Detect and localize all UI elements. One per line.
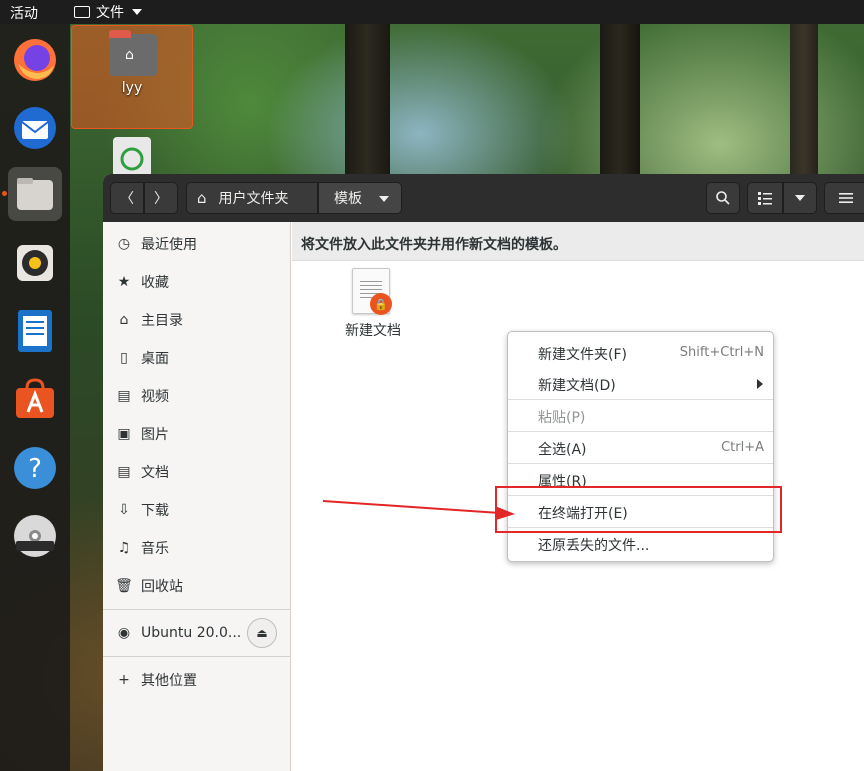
lock-icon: 🔒 <box>370 293 392 315</box>
menu-item-new-folder[interactable]: 新建文件夹(F) Shift+Ctrl+N <box>508 337 773 368</box>
main-menu-button[interactable] <box>824 182 864 214</box>
caret-down-icon <box>379 196 389 202</box>
disc-icon: ◉ <box>117 625 131 641</box>
desktop-home-folder[interactable]: ⌂ lyy <box>71 25 193 129</box>
music-icon: ♫ <box>117 540 131 556</box>
sidebar-item-downloads[interactable]: ⇩ 下载 <box>103 491 291 529</box>
download-icon: ⇩ <box>118 502 130 518</box>
info-bar: 将文件放入此文件夹并用作新文档的模板。 <box>292 222 864 261</box>
path-home-label: 用户文件夹 <box>218 191 289 207</box>
sidebar-item-starred[interactable]: ★ 收藏 <box>103 263 291 301</box>
wallpaper-tree <box>600 24 640 184</box>
forward-button[interactable]: 〉 <box>144 182 178 214</box>
path-current-label: 模板 <box>334 191 362 207</box>
desktop-home-label: lyy <box>121 80 143 96</box>
menu-item-paste[interactable]: 粘贴(P) <box>508 400 773 431</box>
sidebar-item-music[interactable]: ♫ 音乐 <box>103 529 291 567</box>
search-button[interactable] <box>706 182 740 214</box>
svg-text:?: ? <box>28 454 42 484</box>
sidebar-item-trash[interactable]: 🗑 回收站 <box>103 567 291 605</box>
path-current-segment[interactable]: 模板 <box>318 182 402 214</box>
files-icon <box>17 178 53 210</box>
dock-rhythmbox[interactable] <box>8 236 62 290</box>
path-home-segment[interactable]: ⌂ 用户文件夹 <box>186 182 318 214</box>
picture-icon: ▣ <box>117 426 131 442</box>
sidebar-item-pictures[interactable]: ▣ 图片 <box>103 415 291 453</box>
dock-writer[interactable] <box>8 304 62 358</box>
desktop-icon: ▯ <box>120 350 128 366</box>
sidebar-separator <box>103 609 291 610</box>
app-menu-label: 文件 <box>96 5 124 21</box>
view-toggle-button[interactable] <box>747 182 783 214</box>
file-item-label: 新建文档 <box>345 323 401 339</box>
thunderbird-icon <box>14 107 56 149</box>
header-bar: 〈 〉 ⌂ 用户文件夹 模板 <box>103 174 864 222</box>
menu-item-new-document[interactable]: 新建文档(D) <box>508 368 773 399</box>
chevron-left-icon: 〈 <box>120 191 134 207</box>
chevron-right-icon: 〉 <box>154 191 168 207</box>
eject-icon: ⏏ <box>256 626 268 640</box>
sidebar-item-device[interactable]: ◉ Ubuntu 20.0... ⏏ <box>103 614 291 652</box>
video-icon: ▤ <box>117 388 131 404</box>
star-icon: ★ <box>117 274 131 290</box>
wallpaper-tree <box>790 24 818 184</box>
dock: ? <box>0 24 70 771</box>
top-bar: 活动 文件 <box>0 0 864 24</box>
annotation-highlight-box <box>495 486 782 533</box>
trash-icon: 🗑 <box>115 578 133 594</box>
document-icon: ▤ <box>117 464 131 480</box>
dock-dvd[interactable] <box>8 509 62 563</box>
eject-button[interactable]: ⏏ <box>247 618 277 648</box>
file-item[interactable]: 🔒 新建文档 <box>328 268 418 348</box>
desktop-trash-icon[interactable] <box>113 137 151 179</box>
sidebar-separator <box>103 656 291 657</box>
dock-software[interactable] <box>8 372 62 426</box>
sidebar-item-recent[interactable]: ◷ 最近使用 <box>103 225 291 263</box>
back-button[interactable]: 〈 <box>110 182 144 214</box>
sidebar-item-home[interactable]: ⌂ 主目录 <box>103 301 291 339</box>
wallpaper-tree <box>345 24 390 184</box>
sidebar-item-videos[interactable]: ▤ 视频 <box>103 377 291 415</box>
info-bar-text: 将文件放入此文件夹并用作新文档的模板。 <box>301 237 567 253</box>
caret-down-icon <box>795 195 805 201</box>
home-folder-icon: ⌂ <box>109 30 157 76</box>
sidebar: ◷ 最近使用 ★ 收藏 ⌂ 主目录 ▯ 桌面 ▤ 视频 ▣ 图片 ▤ 文档 ⇩ <box>103 222 291 771</box>
view-options-button[interactable] <box>783 182 817 214</box>
sidebar-item-desktop[interactable]: ▯ 桌面 <box>103 339 291 377</box>
search-icon <box>716 191 730 205</box>
running-indicator <box>2 191 7 196</box>
writer-icon <box>18 310 52 352</box>
folder-icon <box>74 6 90 18</box>
sidebar-item-other-locations[interactable]: + 其他位置 <box>103 661 291 699</box>
dock-help[interactable]: ? <box>8 441 62 495</box>
dvd-icon <box>14 515 56 557</box>
list-view-icon <box>758 192 772 205</box>
home-icon: ⌂ <box>197 189 207 207</box>
dock-firefox[interactable] <box>8 33 62 87</box>
rhythmbox-icon <box>17 245 53 281</box>
dock-files[interactable] <box>8 167 62 221</box>
caret-down-icon <box>132 9 142 15</box>
hamburger-icon <box>839 193 853 203</box>
activities-button[interactable]: 活动 <box>10 3 38 23</box>
app-menu[interactable]: 文件 <box>74 2 142 22</box>
plus-icon: + <box>118 672 130 688</box>
menu-item-select-all[interactable]: 全选(A) Ctrl+A <box>508 432 773 463</box>
sidebar-item-documents[interactable]: ▤ 文档 <box>103 453 291 491</box>
home-icon: ⌂ <box>119 312 129 328</box>
submenu-arrow-icon <box>757 379 763 389</box>
help-icon: ? <box>14 447 56 489</box>
firefox-icon <box>14 39 56 81</box>
dock-thunderbird[interactable] <box>8 101 62 155</box>
software-store-icon <box>16 378 54 418</box>
clock-icon: ◷ <box>117 236 131 252</box>
